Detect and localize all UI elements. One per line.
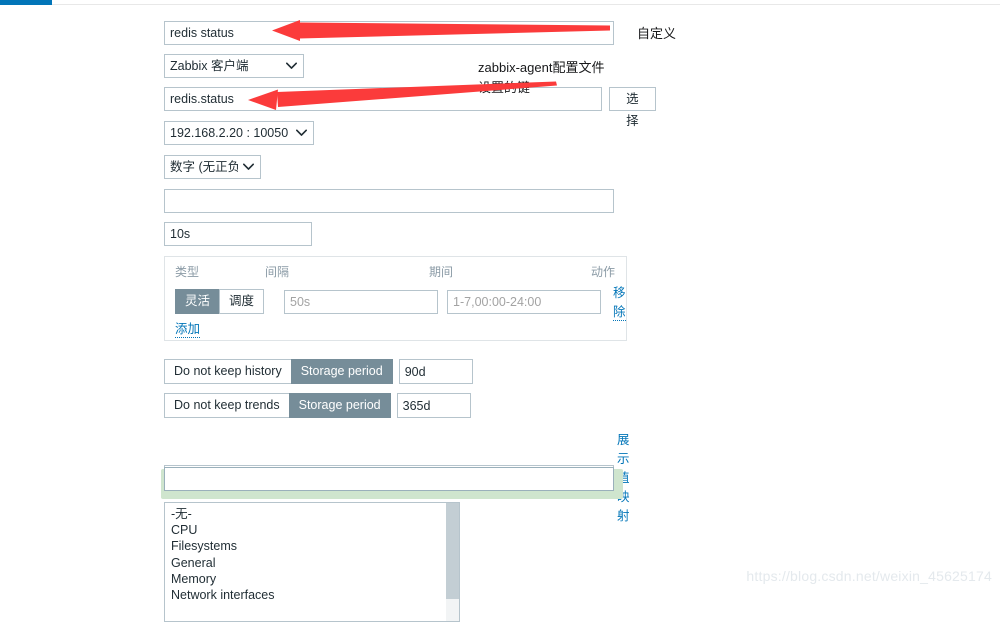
col-header-period: 期间 <box>429 265 454 279</box>
interval-period-input[interactable] <box>447 289 602 314</box>
custom-intervals-box: 类型 间隔 期间 动作 灵活 调度 移除 添加 <box>164 256 627 341</box>
application-option[interactable]: Network interfaces <box>165 587 459 603</box>
annotation-agent-config-line1: zabbix-agent配置文件 <box>478 60 605 75</box>
tab-strip <box>0 0 1000 10</box>
host-interface-select-wrap: 192.168.2.20 : 10050 <box>164 121 314 145</box>
select-key-button[interactable]: 选择 <box>609 87 656 128</box>
type-select-wrap: Zabbix 客户端 <box>164 54 304 78</box>
history-period-input[interactable] <box>398 359 473 384</box>
col-header-type: 类型 <box>175 265 200 279</box>
application-option[interactable]: Filesystems <box>165 538 459 554</box>
custom-interval-row: 灵活 调度 移除 <box>175 282 626 321</box>
application-option[interactable]: General <box>165 555 459 571</box>
row-new-application: 新的应用集 <box>0 462 623 499</box>
col-header-interval: 间隔 <box>265 265 290 279</box>
add-interval-link[interactable]: 添加 <box>175 318 201 338</box>
type-select[interactable]: Zabbix 客户端 <box>164 54 304 78</box>
application-option[interactable]: -无- <box>165 506 459 522</box>
application-option[interactable]: Memory <box>165 571 459 587</box>
applications-multiselect[interactable]: -无- CPU Filesystems General Memory Netwo… <box>164 502 460 622</box>
trends-mode-toggle: Do not keep trends Storage period <box>164 393 391 418</box>
history-mode-toggle: Do not keep history Storage period <box>164 359 393 384</box>
update-interval-input[interactable] <box>164 222 312 246</box>
history-storage-period[interactable]: Storage period <box>290 359 393 384</box>
annotation-custom-label: 自定义 <box>637 26 677 41</box>
interval-type-flexible[interactable]: 灵活 <box>175 289 221 314</box>
name-input[interactable] <box>164 21 614 45</box>
remove-interval-link[interactable]: 移除 <box>613 282 626 321</box>
watermark: https://blog.csdn.net/weixin_45625174 <box>746 568 992 584</box>
col-header-action: 动作 <box>591 265 616 279</box>
history-do-not-keep[interactable]: Do not keep history <box>164 359 292 384</box>
units-input[interactable] <box>164 189 614 213</box>
applications-scrollbar-track[interactable] <box>446 503 459 621</box>
application-option[interactable]: CPU <box>165 522 459 538</box>
info-type-select-wrap: 数字 (无正负) <box>164 155 261 179</box>
interval-type-toggle: 灵活 调度 <box>175 289 265 314</box>
trends-period-input[interactable] <box>396 393 471 418</box>
trends-do-not-keep[interactable]: Do not keep trends <box>164 393 290 418</box>
annotation-agent-config-line2: 设置的键 <box>478 80 531 95</box>
trends-storage-period[interactable]: Storage period <box>288 393 391 418</box>
new-application-input[interactable] <box>164 467 614 491</box>
key-input[interactable] <box>164 87 603 111</box>
interval-type-scheduling[interactable]: 调度 <box>219 289 265 314</box>
interval-delay-input[interactable] <box>284 289 439 314</box>
applications-scrollbar-thumb[interactable] <box>446 503 459 599</box>
info-type-select[interactable]: 数字 (无正负) <box>164 155 261 179</box>
active-tab-indicator[interactable] <box>0 0 52 5</box>
tab-strip-divider <box>0 4 1000 5</box>
host-interface-select[interactable]: 192.168.2.20 : 10050 <box>164 121 314 145</box>
